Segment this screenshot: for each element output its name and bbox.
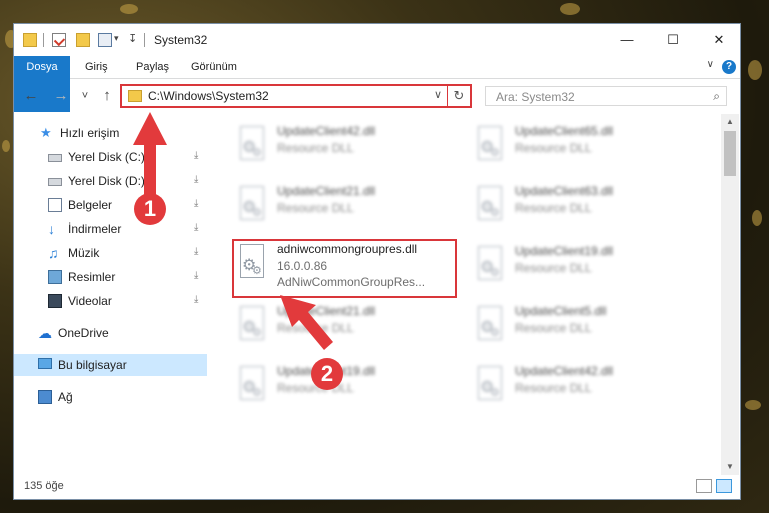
step-badge-1: 1 bbox=[134, 193, 166, 225]
step-badge-2: 2 bbox=[311, 358, 343, 390]
arrow-1-shape bbox=[133, 112, 167, 198]
annotation-arrows bbox=[133, 112, 333, 350]
arrow-2-shape bbox=[280, 295, 333, 350]
